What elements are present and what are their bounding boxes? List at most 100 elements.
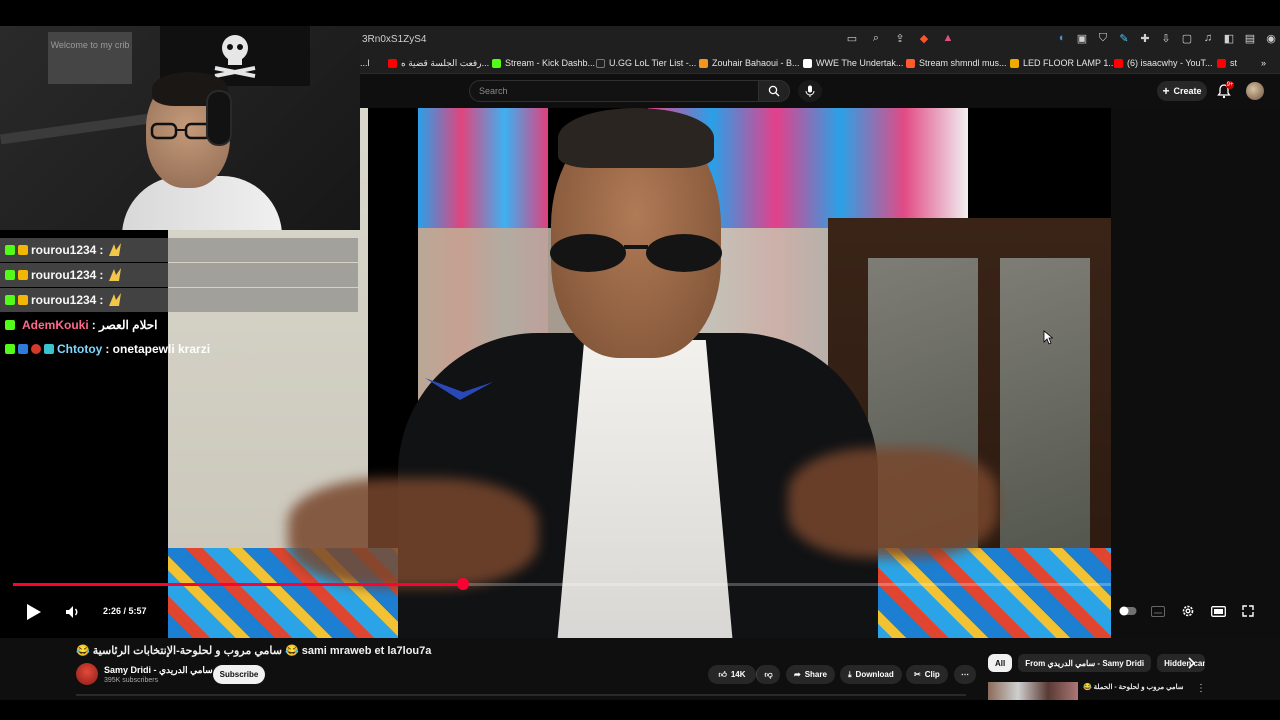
settings-gear-icon[interactable] — [1179, 602, 1197, 620]
bookmark-item[interactable]: U.GG LoL Tier List -... — [596, 58, 696, 68]
more-vertical-icon[interactable]: ⋮ — [1196, 683, 1206, 694]
bookmark-item[interactable]: Stream shmndl mus... — [906, 58, 1007, 68]
chip-all[interactable]: All — [988, 654, 1013, 672]
search-button[interactable] — [758, 80, 790, 102]
video-title: 😂 سامي مروب و لحلوحة-الإنتخابات الرئاسية… — [76, 645, 432, 657]
chat-username[interactable]: AdemKouki — [22, 318, 89, 332]
wallet-icon[interactable]: ▤ — [1243, 31, 1257, 45]
extension-shield-icon[interactable]: ⛉ — [1096, 31, 1110, 45]
extension-download-icon[interactable]: ⇩ — [1159, 31, 1173, 45]
share-icon[interactable]: ⇪ — [893, 31, 907, 45]
youtube-favicon-icon — [388, 59, 397, 68]
bookmark-label: ...l — [360, 58, 370, 68]
ugg-favicon-icon — [596, 58, 605, 68]
recommendation-thumbnail[interactable] — [988, 682, 1078, 700]
bookmark-item[interactable]: LED FLOOR LAMP 1... — [1010, 58, 1116, 68]
bookmark-item[interactable]: (6) isaacwhy - YouT... — [1114, 58, 1213, 68]
chat-username[interactable]: rourou1234 — [31, 268, 96, 282]
voice-search-button[interactable] — [798, 80, 822, 102]
emote-icon — [109, 293, 122, 306]
bookmark-item[interactable]: st — [1217, 58, 1237, 68]
screen: 3Rn0xS1ZyS4 ▭ ⌕ ⇪ ◆ ▲ ◖ ▣ ⛉ ✎ ✚ ⇩ ▢ ♫ ◧ … — [0, 0, 1280, 720]
create-button[interactable]: + Create — [1157, 81, 1207, 101]
bookmark-item[interactable]: Zouhair Bahaoui - B... — [699, 58, 800, 68]
channel-name-text: Samy Dridi - سامي الدريدي — [104, 665, 213, 675]
emote-icon — [109, 243, 122, 256]
zoom-icon[interactable]: ⌕ — [869, 31, 883, 45]
extension-audio-icon[interactable]: ◖ — [1054, 31, 1068, 45]
bookmarks-overflow-icon[interactable]: » — [1261, 58, 1266, 68]
eyeglasses-icon — [150, 122, 212, 140]
bookmark-item[interactable]: رفعت الجلسة قضية ه... — [388, 58, 489, 69]
more-actions-button[interactable]: ⋯ — [954, 665, 976, 684]
video-progress-bar[interactable] — [13, 578, 1111, 590]
video-pillarbox — [1111, 108, 1280, 638]
clip-button[interactable]: ✂ Clip — [906, 665, 948, 684]
kick-badge-icon — [5, 295, 15, 305]
download-button[interactable]: ⤓ Download — [840, 665, 902, 684]
search-icon — [768, 85, 780, 97]
search-input[interactable]: Search — [469, 80, 759, 102]
address-bar-url[interactable]: 3Rn0xS1ZyS4 — [362, 34, 426, 45]
top-black-bar — [0, 0, 1280, 26]
verified-badge-icon — [18, 344, 28, 354]
autoplay-toggle-icon[interactable] — [1119, 602, 1137, 620]
create-label: Create — [1173, 86, 1202, 96]
sidebar-toggle-icon[interactable]: ◧ — [1222, 31, 1236, 45]
chevron-right-icon[interactable] — [1184, 656, 1198, 670]
profile-icon[interactable]: ◉ — [1264, 31, 1278, 45]
extension-screenshot-icon[interactable]: ▣ — [1075, 31, 1089, 45]
plus-icon: + — [1162, 84, 1170, 98]
bookmark-label: WWE The Undertak... — [816, 58, 904, 68]
bookmark-label: Stream shmndl mus... — [919, 58, 1007, 68]
like-button[interactable]: 👍︎ 14K — [708, 665, 756, 684]
channel-avatar[interactable] — [76, 663, 98, 685]
cast-icon[interactable]: ▭ — [845, 31, 859, 45]
webcam-mic-arm — [0, 113, 150, 145]
brave-shield-icon[interactable]: ◆ — [917, 31, 931, 45]
chat-message: AdemKouki : احلام العصر — [0, 313, 358, 337]
chat-username[interactable]: rourou1234 — [31, 243, 96, 257]
subscribe-button[interactable]: Subscribe — [213, 665, 265, 684]
media-control-icon[interactable]: ♫ — [1201, 31, 1215, 45]
extension-box-icon[interactable]: ▢ — [1180, 31, 1194, 45]
volume-icon[interactable] — [64, 603, 82, 621]
channel-name[interactable]: Samy Dridi - سامي الدريدي ● — [104, 665, 221, 676]
recommendation-title[interactable]: 😂 سامي مروب و لحلوحة - الحملة ... Mraweb… — [1083, 683, 1183, 691]
download-icon: ⤓ — [848, 669, 852, 679]
amazon-favicon-icon — [1010, 58, 1019, 68]
subtitles-icon[interactable] — [1149, 602, 1167, 620]
extension-puzzle-icon[interactable]: ✚ — [1138, 31, 1152, 45]
kick-badge-icon — [5, 245, 15, 255]
chat-message: Chtotoy : onetapewli krarzi — [0, 337, 358, 361]
bookmark-label: st — [1230, 58, 1238, 68]
play-icon[interactable] — [22, 601, 44, 623]
share-button[interactable]: ➦ Share — [786, 665, 835, 684]
bookmark-item[interactable]: WWE The Undertak... — [803, 58, 903, 68]
subscriber-count: 395K subscribers — [104, 677, 159, 684]
bookmark-label: LED FLOOR LAMP 1... — [1023, 58, 1116, 68]
chat-text: : onetapewli krarzi — [105, 342, 211, 356]
extension-translate-icon[interactable]: ✎ — [1117, 31, 1131, 45]
chat-username[interactable]: Chtotoy — [57, 342, 102, 356]
chat-username[interactable]: rourou1234 — [31, 293, 96, 307]
brave-rewards-icon[interactable]: ▲ — [941, 31, 955, 45]
thumbs-up-icon: 👍︎ — [718, 669, 727, 679]
dislike-button[interactable]: 👎︎ — [756, 665, 780, 684]
video-hand — [288, 478, 538, 588]
theater-mode-icon[interactable] — [1209, 602, 1227, 620]
chip-from-channel[interactable]: From سامي الدريدي - Samy Dridi — [1018, 654, 1152, 672]
bookmark-item[interactable]: ...l — [360, 58, 370, 68]
fullscreen-icon[interactable] — [1239, 602, 1257, 620]
chat-text: : — [99, 268, 104, 282]
chat-message: rourou1234 : — [0, 238, 358, 262]
bookmark-item[interactable]: Stream - Kick Dashb... — [492, 58, 595, 68]
bottom-black-bar — [0, 700, 1280, 720]
mouse-cursor-icon — [1043, 330, 1053, 345]
player-right-controls — [1119, 602, 1257, 620]
share-arrow-icon: ➦ — [794, 670, 801, 679]
progress-played — [13, 583, 464, 586]
kick-badge-icon — [5, 320, 15, 330]
account-avatar[interactable] — [1246, 82, 1264, 100]
blogger-favicon-icon — [699, 58, 708, 68]
